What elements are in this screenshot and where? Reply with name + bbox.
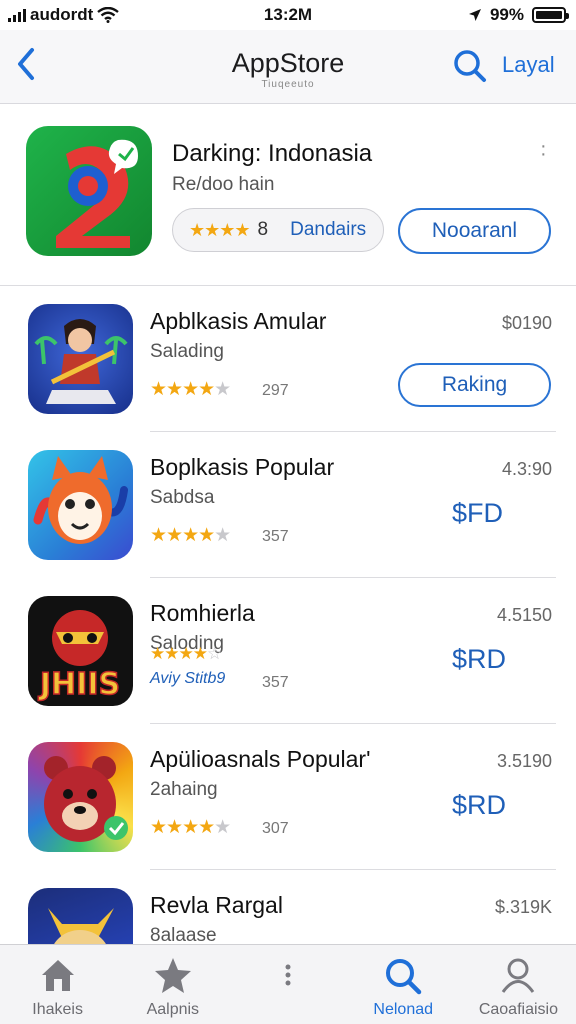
rating-stars: ★★★★★ <box>150 525 231 546</box>
buy-price-button[interactable]: $FD <box>452 498 503 529</box>
featured-app-title: Darking: Indonasia <box>172 140 373 167</box>
star-icon <box>154 958 191 993</box>
featured-action-button[interactable]: Nooaranl <box>398 208 551 254</box>
app-icon[interactable] <box>28 304 133 414</box>
app-icon[interactable]: JHIIS <box>28 596 133 706</box>
app-price: $.319K <box>494 897 552 917</box>
tab-search[interactable]: Nelonad <box>346 945 461 1024</box>
tab-account[interactable]: Caoafiaisio <box>461 945 576 1024</box>
featured-rating-label: Dandairs <box>290 219 367 240</box>
tab-label: Aalpnis <box>146 1001 200 1018</box>
status-bar: audordt 13:2M 99% <box>0 0 576 30</box>
app-name: Romhierla <box>150 600 255 626</box>
featured-app-subtitle: Re/doo hain <box>172 174 275 195</box>
app-price: 4.3:90 <box>501 459 552 479</box>
rating-count: 307 <box>262 820 289 837</box>
more-vertical-icon[interactable]: · · <box>540 136 547 164</box>
rating-count: 357 <box>262 674 289 691</box>
person-icon <box>502 958 535 993</box>
app-price: 3.5190 <box>496 751 552 771</box>
nav-action-button[interactable]: Layal <box>502 52 555 78</box>
more-dots-icon <box>285 964 291 986</box>
battery-icon <box>532 7 569 23</box>
location-arrow-icon <box>468 9 481 21</box>
list-item[interactable]: JHIIS Romhierla Saloding ★★★★☆ Aviy Stit… <box>0 578 576 724</box>
buy-price-button[interactable]: $RD <box>452 644 506 675</box>
featured-rating-stars: ★★★★ <box>189 219 251 240</box>
app-price: $0190 <box>501 313 552 333</box>
app-category: Salading <box>150 341 224 362</box>
search-icon <box>386 959 422 995</box>
battery-percent: 99% <box>489 5 524 24</box>
rating-count: 357 <box>262 528 289 545</box>
app-icon[interactable] <box>28 450 133 560</box>
app-icon[interactable] <box>28 742 133 852</box>
svg-text:JHIIS: JHIIS <box>38 667 120 702</box>
get-button[interactable]: Raking <box>398 363 551 407</box>
rating-count: 297 <box>262 382 289 399</box>
app-category: Sabdsa <box>150 487 215 508</box>
app-name: Apblkasis Amular <box>150 308 327 334</box>
list-item[interactable]: Boplkasis Popular Sabdsa ★★★★★ 357 4.3:9… <box>0 432 576 578</box>
featured-app-icon[interactable] <box>26 126 152 256</box>
list-item[interactable]: Apülioasnals Popular' 2ahaing ★★★★★ 307 … <box>0 724 576 870</box>
featured-app[interactable]: Darking: Indonasia Re/doo hain · · ★★★★ 8… <box>0 104 576 286</box>
featured-rating-number: 8 <box>257 219 269 240</box>
app-category: 2ahaing <box>150 779 218 800</box>
list-item[interactable]: Apblkasis Amular Salading ★★★★★ 297 $019… <box>0 286 576 432</box>
buy-price-button[interactable]: $RD <box>452 790 506 821</box>
tab-label: Nelonad <box>373 1001 434 1018</box>
home-icon <box>41 960 74 991</box>
tab-featured[interactable]: Aalpnis <box>115 945 230 1024</box>
app-name: Revla Rargal <box>150 892 283 918</box>
app-name: Boplkasis Popular <box>150 454 335 480</box>
navigation-bar: AppStore Tiuqeeuto Layal <box>0 30 576 104</box>
tab-home[interactable]: Ihakeis <box>0 945 115 1024</box>
app-developer: Aviy Stitb9 <box>150 670 226 687</box>
tab-bar: Ihakeis Aalpnis Nelonad Caoafiaisio <box>0 944 576 1024</box>
rating-stars: ★★★★★ <box>150 379 231 400</box>
app-price: 4.5150 <box>496 605 552 625</box>
tab-label: Ihakeis <box>32 1001 83 1018</box>
search-icon[interactable] <box>450 46 490 86</box>
tab-more[interactable] <box>230 945 345 1024</box>
featured-rating-pill[interactable]: ★★★★ 8 Dandairs <box>172 208 384 252</box>
rating-stars: ★★★★☆ <box>150 644 222 663</box>
tab-label: Caoafiaisio <box>478 1001 558 1018</box>
app-name: Apülioasnals Popular' <box>150 746 371 772</box>
rating-stars: ★★★★★ <box>150 817 231 838</box>
